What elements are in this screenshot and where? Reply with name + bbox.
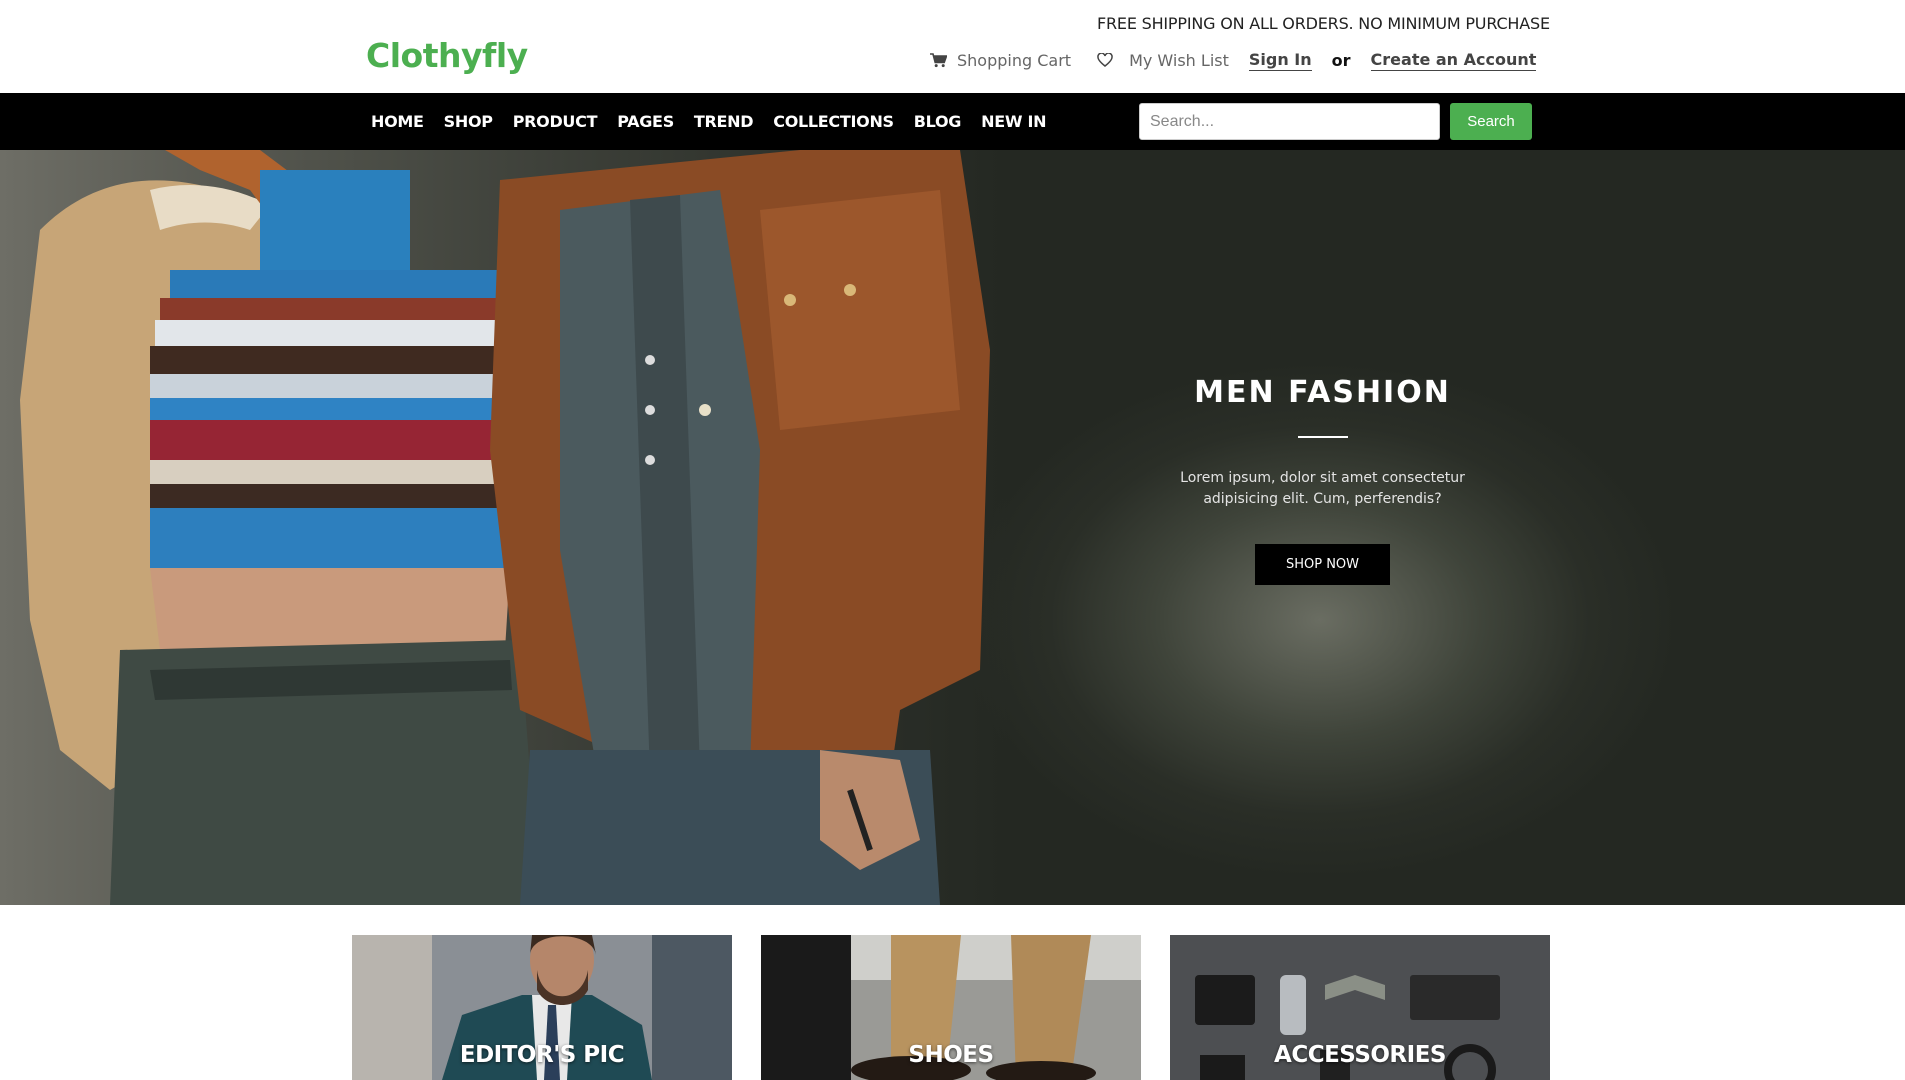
nav-item-new-in[interactable]: NEW IN: [981, 112, 1046, 131]
cart-icon: [930, 52, 947, 68]
shopping-cart-link[interactable]: Shopping Cart: [930, 51, 1071, 70]
hero-divider: [1297, 436, 1348, 438]
sign-in-link[interactable]: Sign In: [1248, 50, 1312, 71]
create-account-link[interactable]: Create an Account: [1370, 50, 1537, 71]
hero-content: MEN FASHION Lorem ipsum, dolor sit amet …: [1150, 375, 1495, 585]
nav-item-pages[interactable]: PAGES: [617, 112, 674, 131]
hero-title: MEN FASHION: [1194, 375, 1451, 410]
or-separator: or: [1331, 50, 1351, 70]
nav-item-blog[interactable]: BLOG: [914, 112, 962, 131]
wishlist-link[interactable]: My Wish List: [1097, 51, 1229, 70]
hero-banner: MEN FASHION Lorem ipsum, dolor sit amet …: [0, 150, 1905, 905]
hero-image: [0, 150, 1010, 905]
nav-item-trend[interactable]: TREND: [694, 112, 754, 131]
hero-description: Lorem ipsum, dolor sit amet consectetur …: [1180, 470, 1465, 507]
site-logo[interactable]: Clothyfly: [366, 36, 528, 75]
site-header: FREE SHIPPING ON ALL ORDERS. NO MINIMUM …: [0, 0, 1905, 93]
category-label: EDITOR'S PIC: [459, 1042, 625, 1068]
main-nav: HOME SHOP PRODUCT PAGES TREND COLLECTION…: [0, 93, 1905, 150]
account-links: Shopping Cart My Wish List Sign In or Cr…: [930, 48, 1537, 72]
category-label: SHOES: [908, 1042, 994, 1068]
shipping-notice: FREE SHIPPING ON ALL ORDERS. NO MINIMUM …: [1097, 14, 1550, 33]
nav-item-product[interactable]: PRODUCT: [513, 112, 598, 131]
category-card-shoes[interactable]: SHOES: [761, 935, 1141, 1080]
category-card-accessories[interactable]: ACCESSORIES: [1170, 935, 1550, 1080]
shop-now-button[interactable]: SHOP NOW: [1255, 544, 1390, 585]
cart-label: Shopping Cart: [957, 50, 1072, 70]
heart-icon: [1097, 53, 1113, 67]
nav-item-collections[interactable]: COLLECTIONS: [773, 112, 894, 131]
search-input[interactable]: [1139, 103, 1440, 140]
nav-item-shop[interactable]: SHOP: [444, 112, 493, 131]
category-card-editors-pic[interactable]: EDITOR'S PIC: [352, 935, 732, 1080]
wishlist-label: My Wish List: [1129, 50, 1229, 70]
search-button[interactable]: Search: [1450, 103, 1532, 140]
nav-menu: HOME SHOP PRODUCT PAGES TREND COLLECTION…: [371, 93, 1066, 150]
nav-item-home[interactable]: HOME: [371, 112, 424, 131]
category-cards: EDITOR'S PIC SHOES ACCESSORIES: [352, 935, 1552, 1080]
category-label: ACCESSORIES: [1274, 1042, 1446, 1068]
